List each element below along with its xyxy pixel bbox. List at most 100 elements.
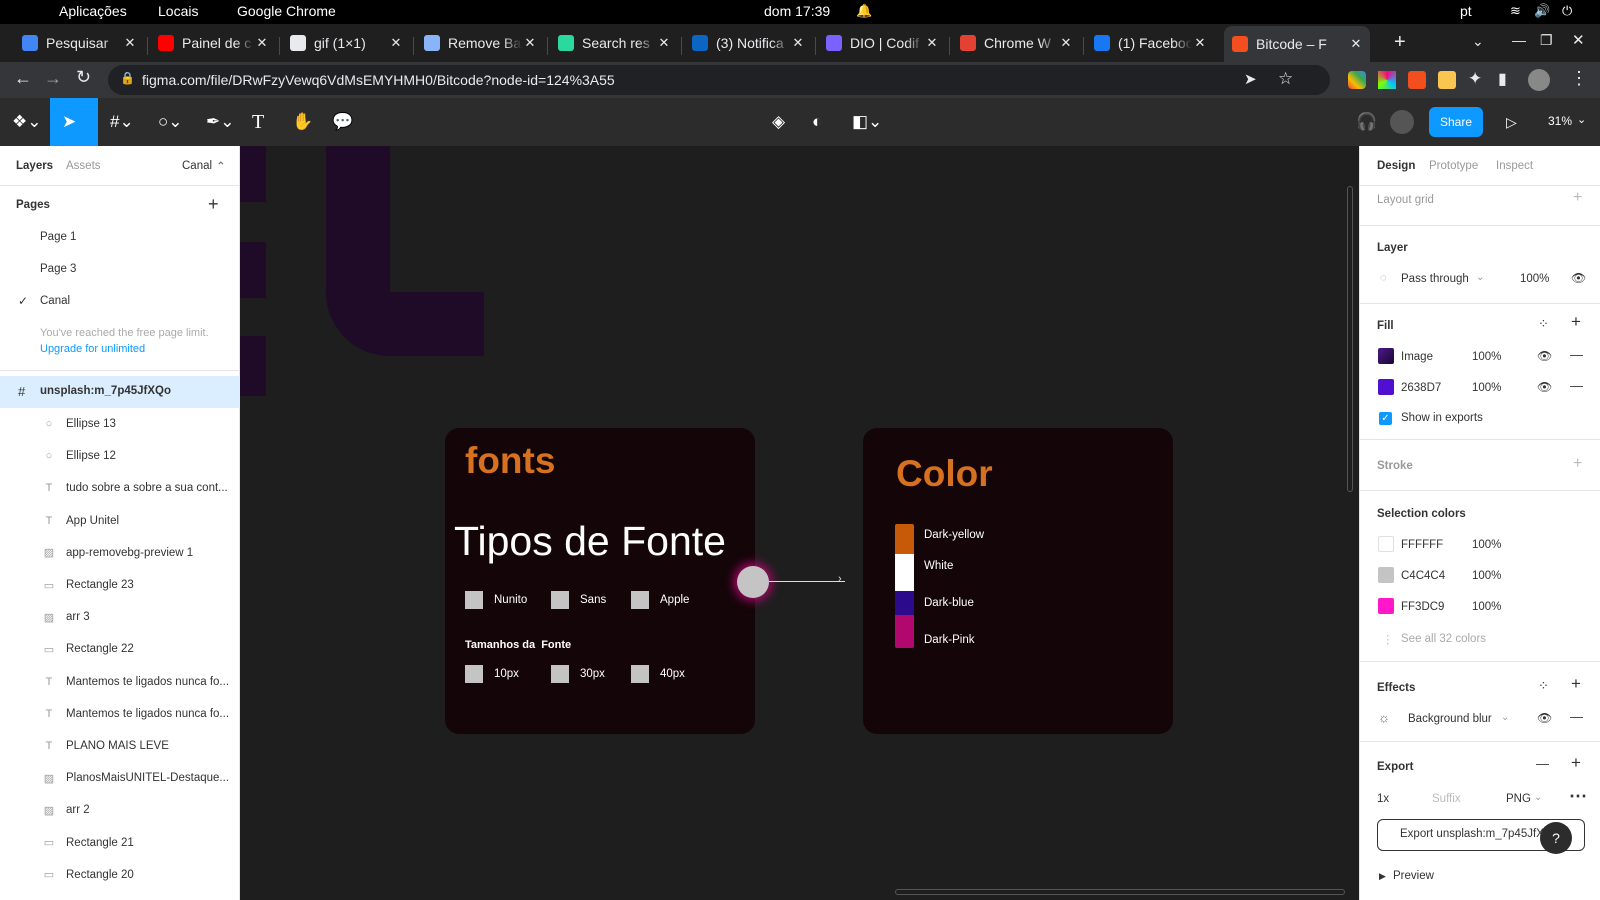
add-layout-grid-icon[interactable]: + bbox=[1573, 189, 1582, 207]
figma-menu-icon[interactable]: ❖⌄ bbox=[12, 111, 41, 133]
horizontal-scrollbar[interactable] bbox=[895, 889, 1345, 895]
tab-close-icon[interactable]: ✕ bbox=[122, 35, 138, 51]
move-tool-button[interactable]: ➤ bbox=[50, 98, 98, 146]
volume-icon[interactable]: 🔊 bbox=[1534, 3, 1550, 19]
restore-icon[interactable]: ❐ bbox=[1540, 32, 1553, 49]
layer-visibility-eye-icon[interactable]: 👁 bbox=[1571, 271, 1586, 285]
page-item-page-1[interactable]: Page 1 bbox=[40, 231, 76, 243]
tab-close-icon[interactable]: ✕ bbox=[656, 35, 672, 51]
selection-color-opacity-white[interactable]: 100% bbox=[1472, 539, 1501, 551]
preview-triangle-icon[interactable]: ▶ bbox=[1379, 871, 1386, 882]
effect-styles-icon[interactable]: ⁘ bbox=[1538, 678, 1549, 694]
side-panel-icon[interactable]: ▮ bbox=[1498, 69, 1507, 89]
tab-close-icon[interactable]: ✕ bbox=[254, 35, 270, 51]
selection-color-opacity-gray[interactable]: 100% bbox=[1472, 570, 1501, 582]
browser-tab[interactable]: Remove Ba ✕ bbox=[416, 28, 544, 58]
close-window-icon[interactable]: ✕ bbox=[1572, 31, 1585, 49]
selection-color-hex-gray[interactable]: C4C4C4 bbox=[1401, 570, 1445, 582]
add-stroke-icon[interactable]: + bbox=[1573, 455, 1582, 473]
layer-row[interactable]: ▨ PlanosMaisUNITEL-Destaque... bbox=[0, 762, 240, 794]
new-tab-icon[interactable]: + bbox=[1394, 31, 1406, 54]
add-fill-icon[interactable]: + bbox=[1571, 312, 1581, 332]
design-canvas[interactable]: fonts Tipos de Fonte Nunito Sans Apple T… bbox=[240, 146, 1359, 900]
size-10-checkbox[interactable] bbox=[465, 665, 483, 683]
add-export-icon[interactable]: + bbox=[1571, 753, 1581, 773]
menu-app-name[interactable]: Google Chrome bbox=[237, 3, 336, 19]
tab-design[interactable]: Design bbox=[1377, 160, 1415, 172]
fill-image-opacity[interactable]: 100% bbox=[1472, 351, 1501, 363]
browser-tab[interactable]: Chrome W ✕ bbox=[952, 28, 1080, 58]
prototype-connector-node[interactable] bbox=[737, 566, 769, 598]
tab-close-icon[interactable]: ✕ bbox=[790, 35, 806, 51]
layer-opacity[interactable]: 100% bbox=[1520, 273, 1549, 285]
comment-tool-icon[interactable]: 💬 bbox=[332, 111, 353, 133]
browser-tab[interactable]: (3) Notifica ✕ bbox=[684, 28, 812, 58]
export-format-select[interactable]: PNG bbox=[1506, 793, 1531, 805]
remove-effect-icon[interactable]: — bbox=[1570, 709, 1583, 724]
size-40-checkbox[interactable] bbox=[631, 665, 649, 683]
present-icon[interactable]: ▷ bbox=[1506, 111, 1517, 133]
layer-row[interactable]: T Mantemos te ligados nunca fo... bbox=[0, 698, 240, 730]
layer-row[interactable]: ○ Ellipse 12 bbox=[0, 440, 240, 472]
apple-checkbox[interactable] bbox=[631, 591, 649, 609]
browser-tab[interactable]: DIO | Codif ✕ bbox=[818, 28, 946, 58]
browser-tab[interactable]: Pesquisar ✕ bbox=[14, 28, 144, 58]
layer-row[interactable]: ▭ Rectangle 20 bbox=[0, 859, 240, 891]
fill-color-hex[interactable]: 2638D7 bbox=[1401, 382, 1441, 394]
boolean-icon[interactable]: ◧⌄ bbox=[852, 111, 882, 133]
language-indicator[interactable]: pt bbox=[1460, 3, 1472, 19]
layer-row[interactable]: ○ Ellipse 13 bbox=[0, 408, 240, 440]
fill-color-swatch[interactable] bbox=[1378, 379, 1394, 395]
tab-layers[interactable]: Layers bbox=[16, 160, 53, 172]
text-tool-icon[interactable]: T bbox=[252, 111, 264, 133]
tab-prototype[interactable]: Prototype bbox=[1429, 160, 1478, 172]
fill-image-label[interactable]: Image bbox=[1401, 351, 1433, 363]
share-button[interactable]: Share bbox=[1429, 107, 1483, 137]
extension-palette-icon[interactable] bbox=[1378, 71, 1396, 89]
remove-export-icon[interactable]: — bbox=[1536, 756, 1549, 771]
selection-color-hex-white[interactable]: FFFFFF bbox=[1401, 539, 1443, 551]
tab-close-icon[interactable]: ✕ bbox=[1058, 35, 1074, 51]
minimize-icon[interactable]: — bbox=[1512, 32, 1526, 48]
fill-image-eye-icon[interactable]: 👁 bbox=[1537, 349, 1552, 363]
mask-icon[interactable]: ◐ bbox=[812, 111, 822, 133]
menu-locais[interactable]: Locais bbox=[158, 3, 198, 19]
user-avatar[interactable] bbox=[1390, 110, 1414, 134]
size-30-checkbox[interactable] bbox=[551, 665, 569, 683]
fill-color-eye-icon[interactable]: 👁 bbox=[1537, 380, 1552, 394]
selection-color-hex-pink[interactable]: FF3DC9 bbox=[1401, 601, 1444, 613]
layer-row[interactable]: ▨ arr 3 bbox=[0, 601, 240, 633]
add-page-icon[interactable]: + bbox=[208, 194, 219, 215]
frame-tool-icon[interactable]: #⌄ bbox=[110, 111, 134, 133]
browser-tab[interactable]: (1) Faceboo ✕ bbox=[1086, 28, 1214, 58]
help-button[interactable]: ? bbox=[1540, 822, 1572, 854]
power-icon[interactable]: ⏻ bbox=[1562, 3, 1572, 19]
zoom-level[interactable]: 31% bbox=[1548, 114, 1572, 128]
back-icon[interactable]: ← bbox=[14, 68, 32, 89]
selection-color-swatch-pink[interactable] bbox=[1378, 598, 1394, 614]
tab-inspect[interactable]: Inspect bbox=[1496, 160, 1533, 172]
fill-styles-icon[interactable]: ⁘ bbox=[1538, 316, 1549, 332]
browser-tab[interactable]: gif (1×1) ✕ bbox=[282, 28, 410, 58]
browser-tab[interactable]: Bitcode – F ✕ bbox=[1224, 26, 1370, 62]
tab-close-icon[interactable]: ✕ bbox=[924, 35, 940, 51]
reload-icon[interactable]: ↻ bbox=[76, 67, 91, 88]
fonts-card[interactable]: fonts Tipos de Fonte Nunito Sans Apple T… bbox=[445, 428, 755, 734]
extension-grid-icon[interactable] bbox=[1438, 71, 1456, 89]
forward-icon[interactable]: → bbox=[44, 68, 62, 89]
extensions-puzzle-icon[interactable]: ✦ bbox=[1468, 69, 1482, 89]
see-all-colors-link[interactable]: See all 32 colors bbox=[1401, 633, 1486, 645]
shape-tool-icon[interactable]: ○⌄ bbox=[158, 111, 183, 133]
page-item-canal[interactable]: Canal bbox=[40, 295, 70, 307]
layer-row[interactable]: ▨ arr 2 bbox=[0, 794, 240, 826]
chrome-menu-icon[interactable]: ⋮ bbox=[1570, 68, 1588, 89]
add-effect-icon[interactable]: + bbox=[1571, 674, 1581, 694]
vertical-scrollbar[interactable] bbox=[1347, 186, 1353, 492]
tab-close-icon[interactable]: ✕ bbox=[1348, 36, 1364, 52]
tab-search-icon[interactable]: ⌄ bbox=[1472, 33, 1484, 50]
effect-eye-icon[interactable]: 👁 bbox=[1537, 711, 1552, 725]
tab-close-icon[interactable]: ✕ bbox=[388, 35, 404, 51]
extension-figma-icon[interactable] bbox=[1408, 71, 1426, 89]
extension-color-icon[interactable] bbox=[1348, 71, 1366, 89]
layer-row[interactable]: T Mantemos te ligados nunca fo... bbox=[0, 666, 240, 698]
